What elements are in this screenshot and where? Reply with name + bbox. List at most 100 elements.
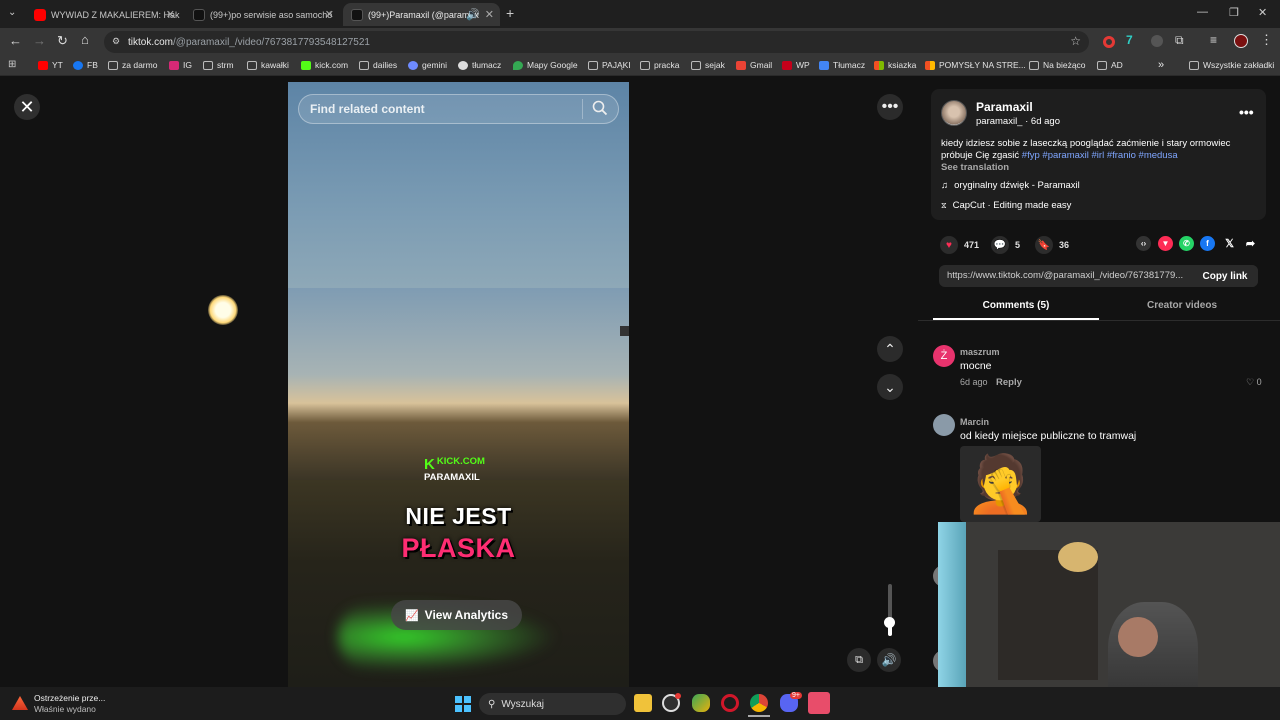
tab-creator-videos[interactable]: Creator videos (1099, 300, 1265, 311)
forward-icon[interactable]: → (33, 33, 46, 48)
author-avatar[interactable] (941, 100, 967, 126)
hashtag-fyp[interactable]: #fyp (1022, 150, 1040, 161)
apps-grid-icon[interactable]: ⊞ (8, 59, 16, 70)
bookmark-star-icon[interactable]: ☆ (1070, 34, 1081, 48)
chrome-icon[interactable] (750, 694, 768, 712)
chart-line-icon: 📈 (404, 609, 419, 622)
more-options-icon[interactable]: ••• (877, 94, 903, 120)
search-icon[interactable] (592, 100, 608, 119)
video-player[interactable] (288, 82, 629, 687)
bookmark-kick[interactable]: kick.com (301, 60, 348, 70)
volume-thumb[interactable] (884, 617, 895, 628)
previous-video-button[interactable]: ⌃ (877, 336, 903, 362)
author-handle[interactable]: paramaxil_ (976, 116, 1022, 127)
browser-tab-1[interactable]: WYWIAD Z MAKALIEREM: Hak ✕ (26, 3, 181, 26)
bookmarks-more-icon[interactable]: » (1158, 59, 1164, 71)
bookmark-sejak[interactable]: sejak (691, 60, 725, 70)
author-name[interactable]: Paramaxil (976, 100, 1033, 114)
notification-title[interactable]: Ostrzeżenie prze... (34, 693, 105, 703)
hashtag-franio[interactable]: #franio (1107, 150, 1136, 161)
close-video-button[interactable]: ✕ (14, 94, 40, 120)
extension-icon[interactable]: 7 (1126, 33, 1133, 47)
file-explorer-icon[interactable] (634, 694, 652, 712)
save-button[interactable]: 🔖 36 (1035, 236, 1069, 254)
embed-icon[interactable]: ‹› (1136, 236, 1151, 251)
sound-link[interactable]: ♫ oryginalny dźwięk - Paramaxil (941, 180, 1080, 191)
home-icon[interactable]: ⌂ (81, 32, 89, 47)
opera-icon[interactable] (721, 694, 739, 712)
tab-comments[interactable]: Comments (5) (933, 300, 1099, 311)
whatsapp-icon[interactable]: ✆ (1179, 236, 1194, 251)
bookmark-wp[interactable]: WP (782, 60, 810, 70)
reading-list-icon[interactable]: ≡ (1210, 33, 1217, 47)
comment-avatar[interactable] (933, 414, 955, 436)
hashtag-paramaxil[interactable]: #paramaxil (1042, 150, 1088, 161)
bookmark-mapy-google[interactable]: Mapy Google (513, 60, 578, 70)
comment-button[interactable]: 💬 5 (991, 236, 1020, 254)
close-tab-icon[interactable]: ✕ (325, 8, 334, 21)
comment-author[interactable]: maszrum (960, 347, 1000, 357)
minimize-icon[interactable]: — (1197, 6, 1208, 18)
browser-tab-3[interactable]: (99+)Paramaxil (@paramax 🔊 ✕ (343, 3, 500, 26)
bookmark-na-biezaco[interactable]: Na bieżąco (1029, 60, 1086, 70)
all-bookmarks[interactable]: Wszystkie zakładki (1189, 60, 1274, 70)
record-extension-icon[interactable] (1103, 36, 1115, 48)
bookmark-za-darmo[interactable]: za darmo (108, 60, 157, 70)
share-arrow-icon[interactable]: ➦ (1243, 236, 1258, 251)
extensions-puzzle-icon[interactable]: ⧉ (1175, 33, 1184, 48)
bookmark-yt[interactable]: YT (38, 60, 63, 70)
bookmark-ad[interactable]: AD (1097, 60, 1123, 70)
app-icon[interactable] (692, 694, 710, 712)
close-tab-icon[interactable]: ✕ (485, 8, 494, 21)
bookmark-gmail[interactable]: Gmail (736, 60, 772, 70)
tiktok-friends-icon[interactable]: ▼ (1158, 236, 1173, 251)
close-tab-icon[interactable]: ✕ (166, 8, 175, 21)
bookmark-gemini[interactable]: gemini (408, 60, 447, 70)
facebook-icon[interactable]: f (1200, 236, 1215, 251)
browser-menu-icon[interactable]: ⋮ (1260, 32, 1273, 48)
copy-link-button[interactable]: Copy link (1192, 265, 1258, 287)
close-window-icon[interactable]: ✕ (1258, 6, 1267, 19)
picture-in-picture-icon[interactable]: ⧉ (847, 648, 871, 672)
app-icon[interactable] (808, 692, 830, 714)
bookmark-tlumacz-2[interactable]: Tłumacz (819, 60, 865, 70)
comment-author[interactable]: Marcin (960, 417, 989, 427)
bookmark-pajaki[interactable]: PAJĄKI (588, 60, 631, 70)
address-bar[interactable]: ⚙ tiktok.com/@paramaxil_/video/767381779… (104, 31, 1089, 53)
post-more-icon[interactable]: ••• (1239, 104, 1254, 120)
bookmark-dailies[interactable]: dailies (359, 60, 397, 70)
tab-search-chevron-icon[interactable]: ⌄ (8, 7, 16, 18)
windows-start-icon[interactable] (455, 696, 471, 712)
restore-icon[interactable]: ❐ (1229, 6, 1239, 19)
new-tab-button[interactable]: + (506, 5, 514, 21)
site-info-icon[interactable]: ⚙ (112, 36, 120, 47)
audio-playing-icon[interactable]: 🔊 (466, 8, 480, 21)
x-icon[interactable]: 𝕏 (1222, 236, 1237, 251)
related-content-search[interactable]: Find related content (298, 94, 619, 124)
see-translation-link[interactable]: See translation (941, 162, 1009, 173)
comment-avatar[interactable]: Ż (933, 345, 955, 367)
bookmark-ig[interactable]: IG (169, 60, 192, 70)
capcut-link[interactable]: ⧖ CapCut · Editing made easy (941, 200, 1071, 211)
bookmark-tlumacz[interactable]: tłumacz (458, 60, 501, 70)
back-icon[interactable]: ← (9, 33, 22, 48)
like-button[interactable]: ♥ 471 (940, 236, 979, 254)
bookmark-pomysly[interactable]: POMYSŁY NA STRE... (925, 60, 1026, 70)
reload-icon[interactable]: ↻ (57, 33, 68, 49)
reply-button[interactable]: Reply (996, 377, 1022, 388)
bookmark-fb[interactable]: FB (73, 60, 98, 70)
next-video-button[interactable]: ⌄ (877, 374, 903, 400)
profile-avatar[interactable] (1234, 34, 1248, 48)
bookmark-kawalki[interactable]: kawałki (247, 60, 289, 70)
view-analytics-button[interactable]: 📈 View Analytics (391, 600, 522, 630)
volume-icon[interactable]: 🔊 (877, 648, 901, 672)
hashtag-medusa[interactable]: #medusa (1139, 150, 1178, 161)
browser-tab-2[interactable]: (99+)po serwisie aso samochó ✕ (185, 3, 340, 26)
extension-icon[interactable] (1151, 35, 1163, 47)
taskbar-search[interactable]: ⚲ Wyszukaj (479, 693, 626, 715)
hashtag-irl[interactable]: #irl (1092, 150, 1105, 161)
bookmark-strm[interactable]: strm (203, 60, 234, 70)
bookmark-pracka[interactable]: pracka (640, 60, 680, 70)
comment-like-button[interactable]: ♡ 0 (1246, 377, 1262, 388)
bookmark-ksiazka[interactable]: ksiazka (874, 60, 916, 70)
